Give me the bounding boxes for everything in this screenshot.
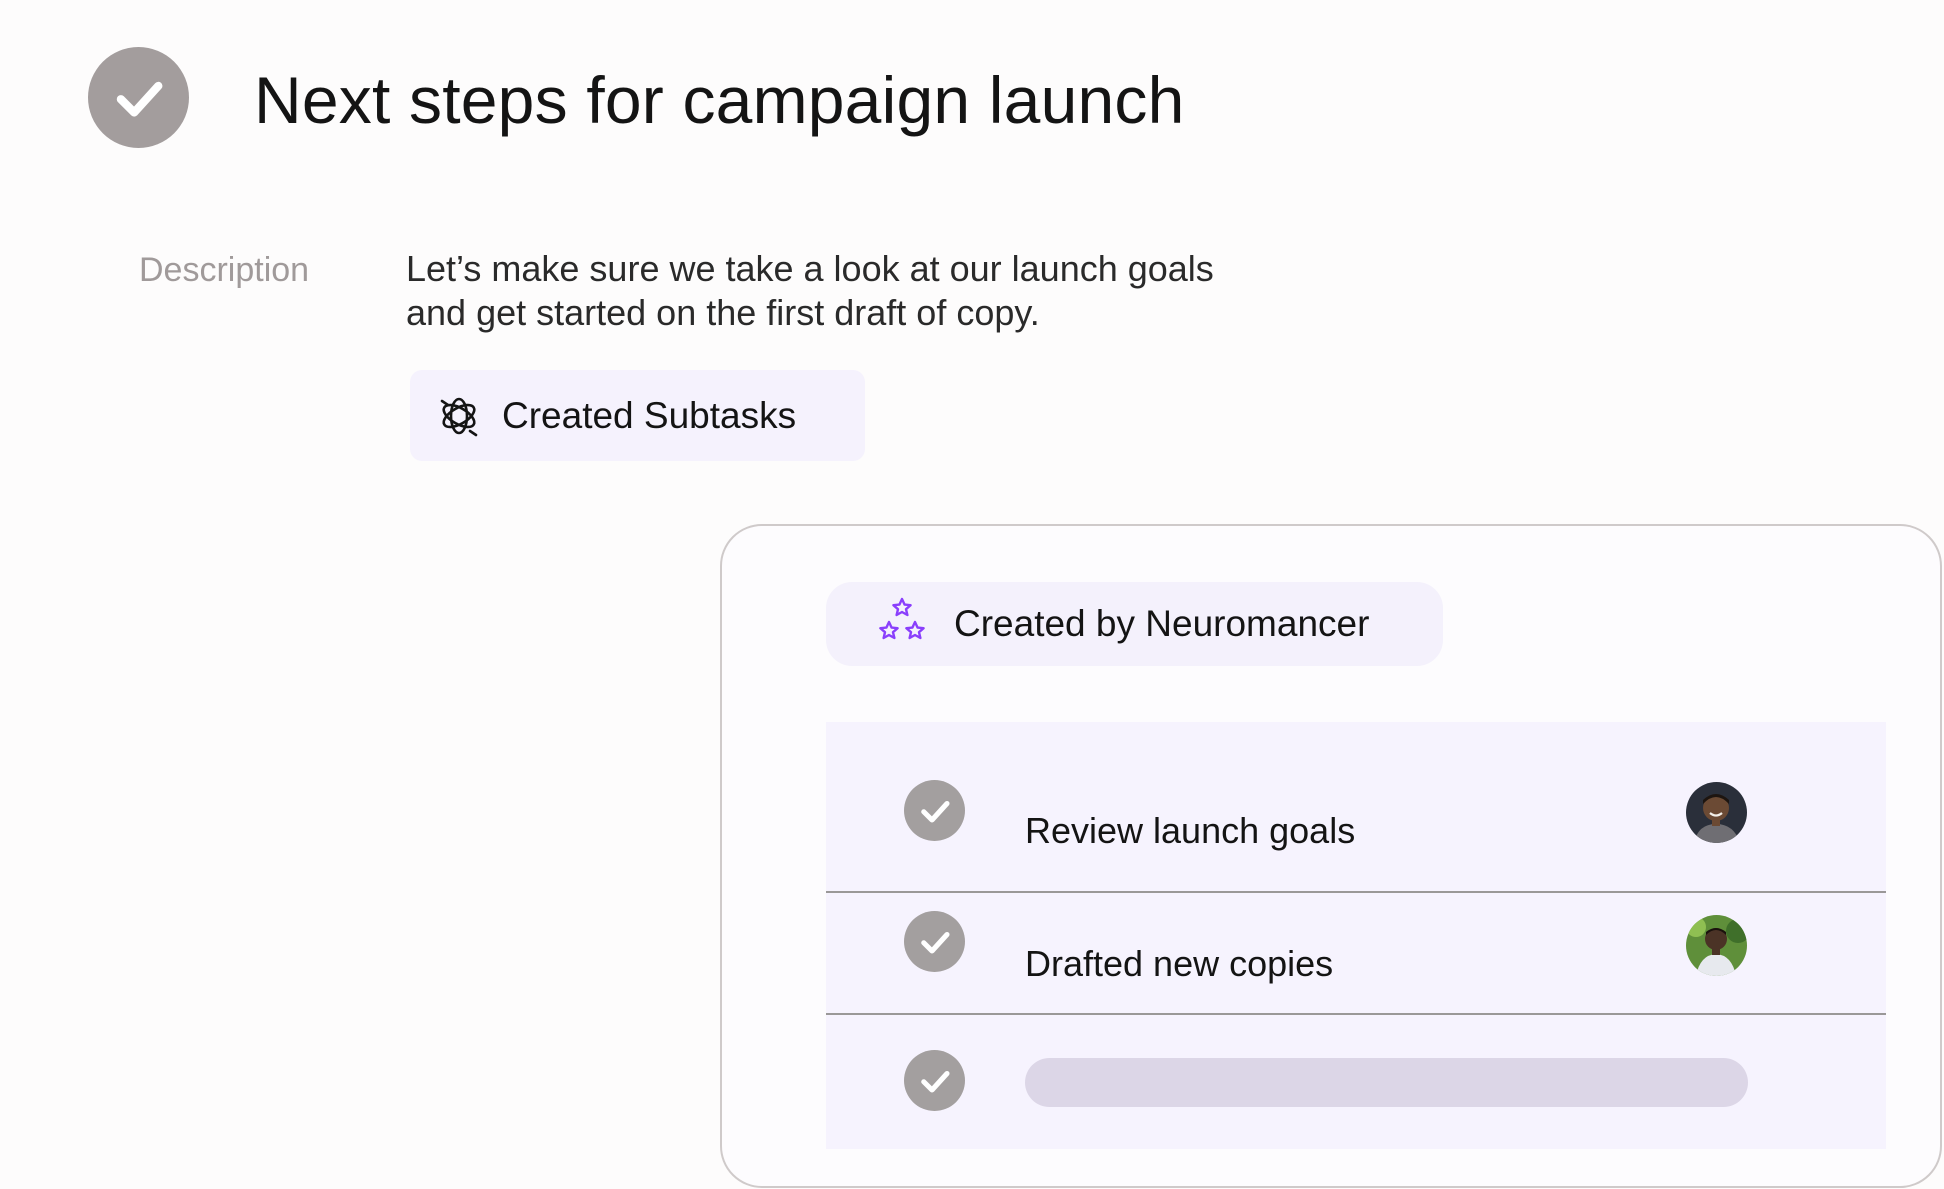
subtask-row[interactable]: Review launch goals: [826, 722, 1886, 892]
subtask-title[interactable]: Review launch goals: [1025, 810, 1355, 852]
subtask-title[interactable]: Drafted new copies: [1025, 943, 1333, 985]
created-subtasks-button[interactable]: Created Subtasks: [410, 370, 865, 461]
subtask-list: Review launch goals Drafted new copies: [826, 722, 1886, 1149]
check-icon: [116, 81, 162, 117]
assignee-avatar[interactable]: [1686, 915, 1747, 976]
complete-task-check-icon[interactable]: [88, 47, 189, 148]
description-label: Description: [139, 251, 310, 289]
created-by-label: Created by Neuromancer: [954, 603, 1370, 644]
task-detail-page: Next steps for campaign launch Descripti…: [0, 0, 1944, 1189]
subtask-check-icon[interactable]: [904, 1050, 965, 1111]
neuromancer-subtasks-panel: Created by Neuromancer Review launch goa…: [720, 524, 1942, 1188]
created-subtasks-label: Created Subtasks: [502, 394, 797, 436]
ai-sparkle-knot-icon: [436, 393, 482, 439]
page-title[interactable]: Next steps for campaign launch: [254, 58, 1184, 142]
three-stars-icon: [876, 596, 928, 652]
subtask-row-placeholder: [826, 1015, 1886, 1149]
description-text[interactable]: Let’s make sure we take a look at our la…: [406, 247, 1246, 335]
created-by-badge: Created by Neuromancer: [826, 582, 1443, 666]
subtask-check-icon[interactable]: [904, 780, 965, 841]
subtask-row[interactable]: Drafted new copies: [826, 893, 1886, 1013]
subtask-check-icon[interactable]: [904, 911, 965, 972]
loading-placeholder-bar: [1025, 1058, 1748, 1107]
assignee-avatar[interactable]: [1686, 782, 1747, 843]
